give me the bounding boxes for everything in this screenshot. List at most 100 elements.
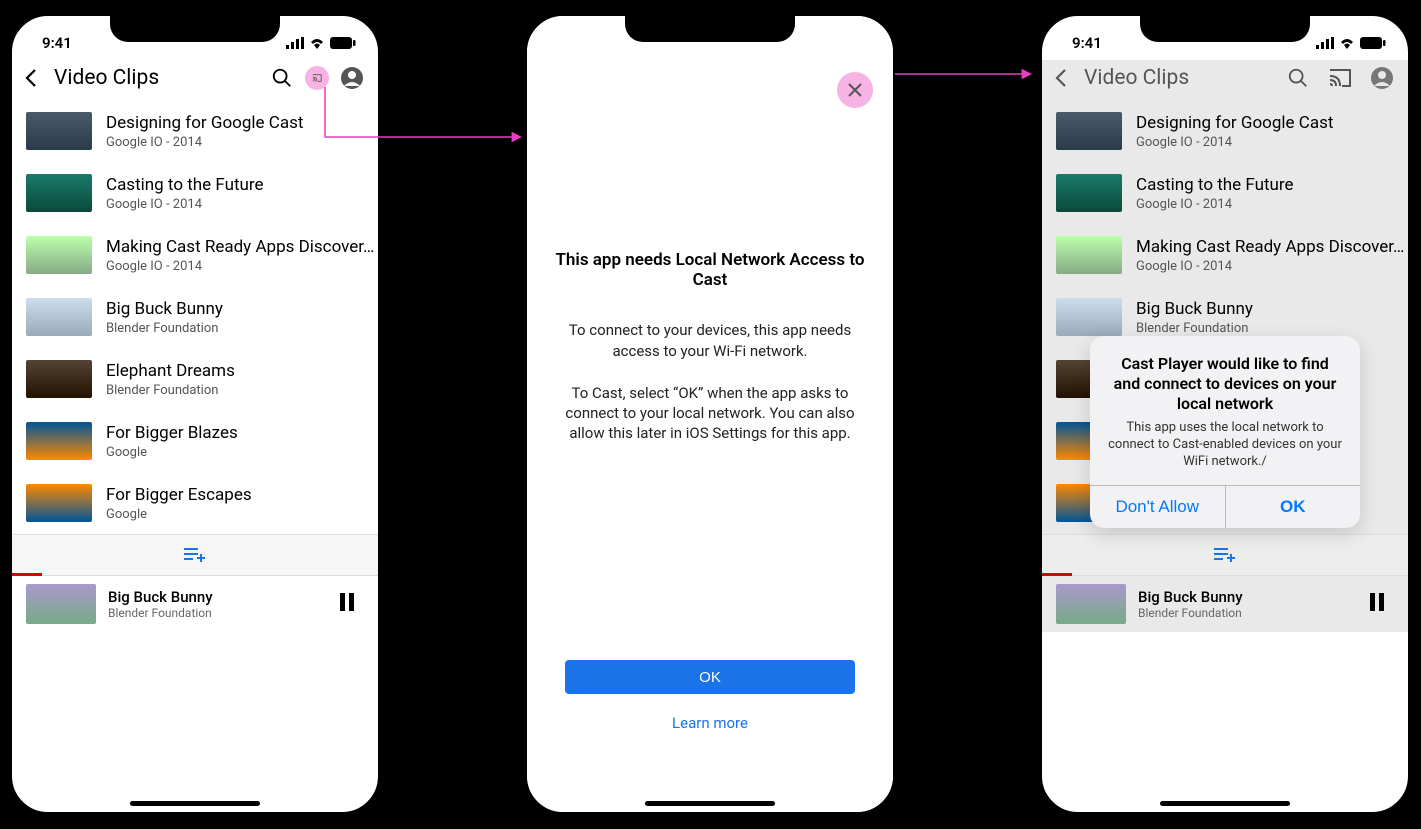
list-item[interactable]: For Bigger Escapes Google <box>12 472 378 534</box>
playback-progress <box>12 573 42 576</box>
queue-bar[interactable] <box>12 534 378 576</box>
chevron-left-icon <box>20 66 44 90</box>
list-item[interactable]: Casting to the FutureGoogle IO - 2014 <box>12 162 378 224</box>
cast-button[interactable] <box>1328 66 1352 90</box>
wifi-icon <box>1339 37 1355 49</box>
account-button[interactable] <box>340 66 364 90</box>
modal-title: This app needs Local Network Access to C… <box>555 250 865 290</box>
local-network-permission-alert: Cast Player would like to find and conne… <box>1090 336 1360 528</box>
list-item[interactable]: Casting to the Future Google IO - 2014 <box>1042 162 1408 224</box>
screen-content: Video Clips Designing for Google Cast Goo… <box>12 60 378 632</box>
cast-icon <box>312 68 322 88</box>
battery-icon <box>330 37 356 49</box>
notch <box>625 14 795 42</box>
list-item[interactable]: Designing for Google Cast Google IO - 201… <box>12 100 378 162</box>
video-thumbnail <box>26 422 92 460</box>
video-subtitle: Google IO - 2014 <box>1136 135 1333 150</box>
list-item[interactable]: Elephant DreamsBlender Foundation <box>12 348 378 410</box>
video-title: Casting to the Future <box>106 175 264 195</box>
pause-button[interactable] <box>1370 592 1384 616</box>
search-icon <box>1287 67 1309 89</box>
search-button[interactable] <box>1286 66 1310 90</box>
pause-icon <box>340 593 354 611</box>
notch <box>110 14 280 42</box>
now-playing-bar[interactable]: Big Buck Bunny Blender Foundation <box>1042 576 1408 632</box>
video-thumbnail <box>1056 236 1122 274</box>
list-item[interactable]: For Bigger Blazes Google <box>12 410 378 472</box>
now-playing-thumbnail <box>26 584 96 624</box>
video-subtitle: Blender Foundation <box>1136 321 1253 336</box>
app-header: Video Clips <box>12 60 378 100</box>
video-thumbnail <box>1056 298 1122 336</box>
now-playing-bar[interactable]: Big Buck Bunny Blender Foundation <box>12 576 378 632</box>
playlist-add-icon <box>1214 547 1236 563</box>
playback-progress <box>1042 573 1072 576</box>
battery-icon <box>1360 37 1386 49</box>
ok-button[interactable]: OK <box>565 660 855 694</box>
video-thumbnail <box>1056 174 1122 212</box>
video-subtitle: Google IO - 2014 <box>1136 259 1406 274</box>
video-title: Elephant Dreams <box>106 361 235 381</box>
modal-paragraph-1: To connect to your devices, this app nee… <box>555 320 865 361</box>
pause-icon <box>1370 593 1384 611</box>
video-title: For Bigger Escapes <box>106 485 252 505</box>
account-circle-icon <box>1370 66 1394 90</box>
now-playing-subtitle: Blender Foundation <box>1138 606 1243 620</box>
cast-button[interactable] <box>305 66 329 90</box>
status-time: 9:41 <box>42 34 72 52</box>
local-network-modal: This app needs Local Network Access to C… <box>527 16 893 812</box>
account-button[interactable] <box>1370 66 1394 90</box>
video-subtitle: Google IO - 2014 <box>106 259 376 274</box>
back-button[interactable] <box>20 66 44 90</box>
ok-button[interactable]: OK <box>1226 486 1361 528</box>
learn-more-link[interactable]: Learn more <box>672 714 748 732</box>
search-button[interactable] <box>270 66 294 90</box>
video-subtitle: Google IO - 2014 <box>106 135 303 150</box>
back-button[interactable] <box>1050 66 1074 90</box>
video-thumbnail <box>26 236 92 274</box>
alert-title: Cast Player would like to find and conne… <box>1106 354 1344 414</box>
video-title: Designing for Google Cast <box>1136 113 1333 133</box>
app-header: Video Clips <box>1042 60 1408 100</box>
video-thumbnail <box>26 360 92 398</box>
notch <box>1140 14 1310 42</box>
home-indicator[interactable] <box>645 801 775 806</box>
phone-screen-1: 9:41 Video Clips <box>0 4 390 824</box>
video-title: Casting to the Future <box>1136 175 1294 195</box>
video-thumbnail <box>26 174 92 212</box>
video-title: Big Buck Bunny <box>106 299 223 319</box>
status-time: 9:41 <box>1072 34 1102 52</box>
home-indicator[interactable] <box>130 801 260 806</box>
list-item[interactable]: Designing for Google Cast Google IO - 201… <box>1042 100 1408 162</box>
video-subtitle: Google IO - 2014 <box>1136 197 1294 212</box>
home-indicator[interactable] <box>1160 801 1290 806</box>
playlist-add-icon <box>184 547 206 563</box>
video-list[interactable]: Designing for Google Cast Google IO - 201… <box>12 100 378 534</box>
phone-screen-2: 9:41 This app needs Local Network Access… <box>515 4 905 824</box>
video-title: Big Buck Bunny <box>1136 299 1253 319</box>
modal-paragraph-2: To Cast, select “OK” when the app asks t… <box>555 383 865 444</box>
now-playing-title: Big Buck Bunny <box>1138 588 1243 606</box>
close-button[interactable] <box>837 72 873 108</box>
video-thumbnail <box>1056 112 1122 150</box>
video-thumbnail <box>26 112 92 150</box>
chevron-left-icon <box>1050 66 1074 90</box>
pause-button[interactable] <box>340 592 354 616</box>
queue-bar[interactable] <box>1042 534 1408 576</box>
video-title: Designing for Google Cast <box>106 113 303 133</box>
video-subtitle: Google <box>106 507 252 522</box>
video-subtitle: Blender Foundation <box>106 321 223 336</box>
search-icon <box>271 67 293 89</box>
list-item[interactable]: Big Buck Bunny Blender Foundation <box>12 286 378 348</box>
video-subtitle: Google <box>106 445 238 460</box>
list-item[interactable]: Making Cast Ready Apps Discover...Google… <box>1042 224 1408 286</box>
video-title: For Bigger Blazes <box>106 423 238 443</box>
list-item[interactable]: Making Cast Ready Apps Discover... Google… <box>12 224 378 286</box>
account-circle-icon <box>340 66 364 90</box>
status-indicators <box>1316 37 1386 49</box>
cellular-icon <box>286 37 304 49</box>
video-title: Making Cast Ready Apps Discover... <box>106 237 376 257</box>
cellular-icon <box>1316 37 1334 49</box>
alert-message: This app uses the local network to conne… <box>1106 420 1344 471</box>
dont-allow-button[interactable]: Don't Allow <box>1090 486 1226 528</box>
